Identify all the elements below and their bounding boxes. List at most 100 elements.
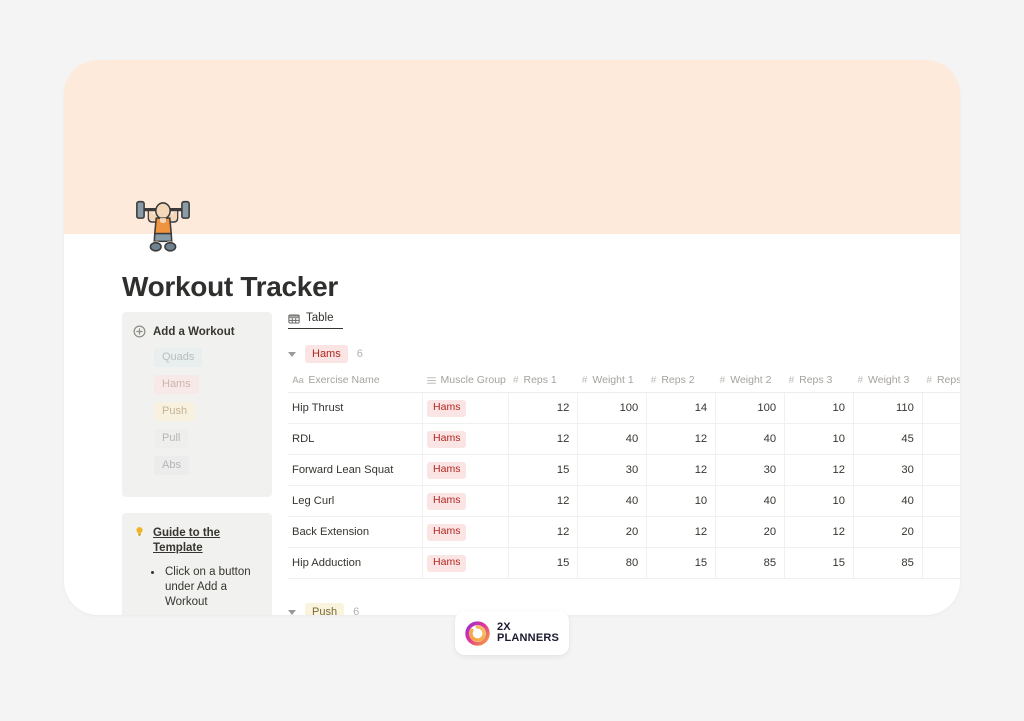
column-header-reps-1[interactable]: # Reps 1 — [508, 371, 578, 393]
database-column: Table Hams 6 Aa Exercise Name Muscle Gro… — [272, 312, 960, 615]
guide-header: Guide to the Template — [133, 526, 261, 556]
group-header-hams[interactable]: Hams 6 — [288, 343, 960, 363]
watermark-line-2: PLANNERS — [496, 632, 560, 644]
cell-weight3[interactable]: 85 — [853, 547, 923, 579]
cell-weight1[interactable]: 20 — [577, 516, 648, 548]
cell-muscle-group[interactable]: Hams — [422, 516, 510, 548]
cell-reps1[interactable]: 12 — [508, 485, 579, 517]
workout-button-quads[interactable]: Quads — [154, 348, 203, 367]
column-header-weight-2[interactable]: # Weight 2 — [715, 371, 785, 393]
cell-weight3[interactable]: 30 — [853, 454, 923, 486]
cell-reps1[interactable]: 15 — [508, 454, 579, 486]
cell-reps4[interactable] — [922, 423, 960, 455]
cell-weight2[interactable]: 85 — [715, 547, 786, 579]
cell-reps4[interactable] — [922, 547, 960, 579]
number-hash-icon: # — [857, 374, 864, 386]
cell-reps2[interactable]: 10 — [646, 485, 717, 517]
column-header-weight-1[interactable]: # Weight 1 — [577, 371, 647, 393]
lightbulb-icon — [133, 526, 146, 537]
cell-reps1[interactable]: 12 — [508, 392, 579, 424]
guide-item-list: Click on a button under Add a Workout Ed… — [133, 560, 261, 615]
table-row[interactable]: Back Extension Hams 12 20 12 20 12 20 — [288, 516, 960, 548]
cell-weight2[interactable]: 20 — [715, 516, 786, 548]
table-row[interactable]: RDL Hams 12 40 12 40 10 45 — [288, 423, 960, 455]
column-header-weight-3[interactable]: # Weight 3 — [853, 371, 923, 393]
cell-muscle-group[interactable]: Hams — [422, 485, 510, 517]
group-pill-hams: Hams — [305, 345, 348, 363]
number-hash-icon: # — [719, 374, 726, 386]
chevron-down-icon[interactable] — [288, 351, 296, 357]
column-header-muscle-group[interactable]: Muscle Group — [422, 371, 509, 393]
muscle-group-pill: Hams — [427, 523, 467, 541]
cell-exercise-name[interactable]: RDL — [288, 423, 424, 455]
cell-weight1[interactable]: 80 — [577, 547, 648, 579]
cell-exercise-name[interactable]: Forward Lean Squat — [288, 454, 424, 486]
page-title[interactable]: Workout Tracker — [122, 271, 338, 303]
cell-weight2[interactable]: 40 — [715, 485, 786, 517]
cell-weight3[interactable]: 45 — [853, 423, 923, 455]
cell-reps3[interactable]: 10 — [784, 485, 854, 517]
cell-weight3[interactable]: 110 — [853, 392, 923, 424]
cell-exercise-name[interactable]: Hip Adduction — [288, 547, 424, 579]
cell-exercise-name[interactable]: Leg Curl — [288, 485, 424, 517]
cell-reps4[interactable] — [922, 454, 960, 486]
add-a-workout-callout: Add a Workout Quads Hams Push Pull Abs — [122, 312, 272, 497]
column-header-reps-4[interactable]: #Reps 4 — [922, 371, 960, 393]
cell-muscle-group[interactable]: Hams — [422, 454, 510, 486]
workout-button-push[interactable]: Push — [154, 402, 196, 421]
workout-button-pull[interactable]: Pull — [154, 429, 189, 448]
table-row[interactable]: Forward Lean Squat Hams 15 30 12 30 12 30 — [288, 454, 960, 486]
cell-muscle-group[interactable]: Hams — [422, 423, 510, 455]
cell-reps3[interactable]: 15 — [784, 547, 854, 579]
cell-reps2[interactable]: 14 — [646, 392, 717, 424]
tab-table-label: Table — [306, 312, 334, 324]
muscle-group-pill: Hams — [427, 554, 467, 572]
workout-button-hams[interactable]: Hams — [154, 375, 199, 394]
group-header-push[interactable]: Push 6 — [288, 601, 960, 615]
cell-weight1[interactable]: 30 — [577, 454, 648, 486]
cell-weight3[interactable]: 20 — [853, 516, 923, 548]
cell-weight2[interactable]: 30 — [715, 454, 786, 486]
cell-reps1[interactable]: 15 — [508, 547, 579, 579]
weight-lifter-emoji-icon[interactable] — [122, 182, 204, 264]
group-count-hams: 6 — [356, 348, 363, 360]
cell-exercise-name[interactable]: Hip Thrust — [288, 392, 424, 424]
column-header-reps-2[interactable]: # Reps 2 — [646, 371, 716, 393]
cell-reps3[interactable]: 10 — [784, 392, 854, 424]
table-row[interactable]: Hip Thrust Hams 12 100 14 100 10 110 — [288, 392, 960, 424]
cell-reps3[interactable]: 10 — [784, 423, 854, 455]
cell-weight1[interactable]: 40 — [577, 423, 648, 455]
column-header-reps-3[interactable]: # Reps 3 — [784, 371, 854, 393]
cell-reps1[interactable]: 12 — [508, 516, 579, 548]
tab-table[interactable]: Table — [288, 312, 343, 329]
cell-reps3[interactable]: 12 — [784, 454, 854, 486]
cell-muscle-group[interactable]: Hams — [422, 392, 510, 424]
group-count-push: 6 — [353, 606, 360, 615]
cell-weight2[interactable]: 100 — [715, 392, 786, 424]
cell-reps2[interactable]: 12 — [646, 454, 717, 486]
cell-reps2[interactable]: 12 — [646, 516, 717, 548]
cell-reps3[interactable]: 12 — [784, 516, 854, 548]
cell-weight1[interactable]: 40 — [577, 485, 648, 517]
table-row[interactable]: Leg Curl Hams 12 40 10 40 10 40 — [288, 485, 960, 517]
cell-reps4[interactable] — [922, 516, 960, 548]
left-column: Add a Workout Quads Hams Push Pull Abs G… — [64, 312, 272, 615]
column-header-exercise-name[interactable]: Aa Exercise Name — [288, 371, 423, 393]
cell-weight1[interactable]: 100 — [577, 392, 648, 424]
workout-button-abs[interactable]: Abs — [154, 456, 189, 475]
cell-reps2[interactable]: 15 — [646, 547, 717, 579]
muscle-group-pill: Hams — [427, 430, 467, 448]
cell-reps1[interactable]: 12 — [508, 423, 579, 455]
cell-reps4[interactable] — [922, 392, 960, 424]
cell-weight3[interactable]: 40 — [853, 485, 923, 517]
muscle-group-pill: Hams — [427, 399, 467, 417]
cell-muscle-group[interactable]: Hams — [422, 547, 510, 579]
cell-weight2[interactable]: 40 — [715, 423, 786, 455]
workout-button-list: Quads Hams Push Pull Abs — [133, 344, 261, 483]
table-row[interactable]: Hip Adduction Hams 15 80 15 85 15 85 — [288, 547, 960, 579]
cell-reps2[interactable]: 12 — [646, 423, 717, 455]
chevron-down-icon[interactable] — [288, 609, 296, 615]
cell-reps4[interactable] — [922, 485, 960, 517]
cell-exercise-name[interactable]: Back Extension — [288, 516, 424, 548]
add-a-workout-header: Add a Workout — [133, 325, 261, 340]
